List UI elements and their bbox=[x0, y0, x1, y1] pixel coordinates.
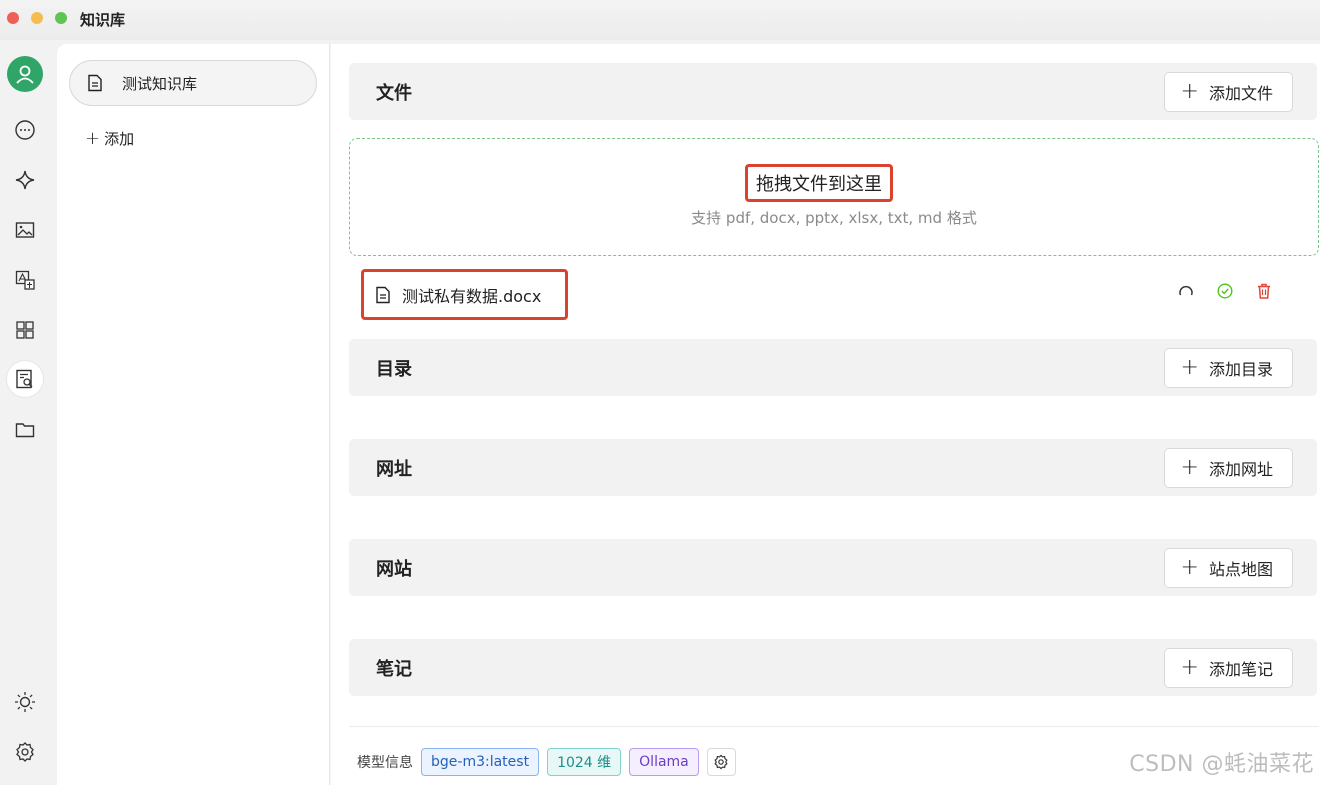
directories-section-title: 目录 bbox=[376, 359, 412, 380]
window-title: 知识库 bbox=[80, 11, 126, 29]
plus-icon: + bbox=[1180, 455, 1199, 480]
plus-icon: + bbox=[1180, 79, 1199, 104]
translate-icon[interactable] bbox=[9, 264, 41, 296]
notes-section-header: 笔记 + 添加笔记 bbox=[349, 639, 1317, 696]
model-name-tag: bge-m3:latest bbox=[421, 748, 540, 776]
minimize-window-button[interactable] bbox=[31, 12, 43, 24]
refresh-icon[interactable] bbox=[1177, 282, 1195, 300]
title-bar: 知识库 bbox=[0, 0, 1320, 40]
folder-icon[interactable] bbox=[9, 414, 41, 446]
zoom-window-button[interactable] bbox=[55, 12, 67, 24]
model-info-label: 模型信息 bbox=[357, 755, 413, 771]
files-section-title: 文件 bbox=[376, 83, 412, 104]
notes-section-title: 笔记 bbox=[376, 659, 412, 680]
files-section-header: 文件 + 添加文件 bbox=[349, 63, 1317, 120]
add-file-button[interactable]: + 添加文件 bbox=[1163, 72, 1293, 112]
add-note-label: 添加笔记 bbox=[1208, 660, 1273, 679]
knowledge-icon[interactable] bbox=[6, 360, 44, 398]
close-window-button[interactable] bbox=[7, 12, 19, 24]
urls-section-header: 网址 + 添加网址 bbox=[349, 439, 1317, 496]
check-circle-icon[interactable] bbox=[1216, 282, 1234, 300]
urls-section-title: 网址 bbox=[376, 459, 412, 480]
image-icon[interactable] bbox=[9, 214, 41, 246]
file-document-icon bbox=[376, 286, 390, 303]
chat-icon[interactable] bbox=[9, 114, 41, 146]
file-item[interactable]: 测试私有数据.docx bbox=[361, 269, 568, 320]
model-settings-button[interactable] bbox=[706, 748, 736, 776]
add-note-button[interactable]: + 添加笔记 bbox=[1163, 648, 1293, 688]
file-name: 测试私有数据.docx bbox=[402, 286, 542, 306]
main-content: 文件 + 添加文件 拖拽文件到这里 支持 pdf, docx, pptx, xl… bbox=[331, 44, 1320, 785]
websites-section-title: 网站 bbox=[376, 559, 412, 580]
theme-sun-icon[interactable] bbox=[9, 686, 41, 718]
directories-section-header: 目录 + 添加目录 bbox=[349, 339, 1317, 396]
knowledge-base-item[interactable]: 测试知识库 bbox=[69, 60, 317, 106]
gear-icon bbox=[714, 754, 728, 770]
sparkle-icon[interactable] bbox=[9, 164, 41, 196]
knowledge-list-panel: 测试知识库 + 添加 bbox=[57, 44, 330, 785]
file-actions bbox=[1177, 282, 1273, 300]
document-icon bbox=[88, 74, 102, 92]
avatar[interactable] bbox=[7, 56, 43, 92]
dimensions-tag: 1024 维 bbox=[547, 748, 622, 776]
sitemap-label: 站点地图 bbox=[1208, 560, 1273, 579]
delete-icon[interactable] bbox=[1255, 282, 1273, 300]
websites-section-header: 网站 + 站点地图 bbox=[349, 539, 1317, 596]
watermark: CSDN @蚝油菜花 bbox=[1129, 752, 1314, 777]
sitemap-button[interactable]: + 站点地图 bbox=[1163, 548, 1293, 588]
footer-divider bbox=[349, 726, 1319, 727]
add-file-label: 添加文件 bbox=[1208, 84, 1273, 103]
file-dropzone[interactable]: 拖拽文件到这里 支持 pdf, docx, pptx, xlsx, txt, m… bbox=[349, 138, 1319, 256]
model-info-bar: 模型信息 bge-m3:latest 1024 维 Ollama bbox=[357, 748, 736, 776]
dropzone-hint: 支持 pdf, docx, pptx, xlsx, txt, md 格式 bbox=[691, 209, 977, 227]
provider-tag: Ollama bbox=[629, 748, 699, 776]
settings-icon[interactable] bbox=[9, 736, 41, 768]
plus-icon: + bbox=[85, 128, 101, 149]
icon-rail bbox=[0, 40, 57, 785]
knowledge-base-label: 测试知识库 bbox=[122, 74, 198, 93]
user-icon bbox=[16, 65, 34, 84]
dropzone-title: 拖拽文件到这里 bbox=[745, 164, 893, 202]
add-directory-button[interactable]: + 添加目录 bbox=[1163, 348, 1293, 388]
add-url-label: 添加网址 bbox=[1208, 460, 1273, 479]
apps-grid-icon[interactable] bbox=[9, 314, 41, 346]
add-knowledge-base-button[interactable]: + 添加 bbox=[85, 128, 134, 149]
plus-icon: + bbox=[1180, 355, 1199, 380]
plus-icon: + bbox=[1180, 655, 1199, 680]
add-url-button[interactable]: + 添加网址 bbox=[1163, 448, 1293, 488]
plus-icon: + bbox=[1180, 555, 1199, 580]
add-directory-label: 添加目录 bbox=[1208, 360, 1273, 379]
add-knowledge-base-label: 添加 bbox=[104, 130, 135, 148]
